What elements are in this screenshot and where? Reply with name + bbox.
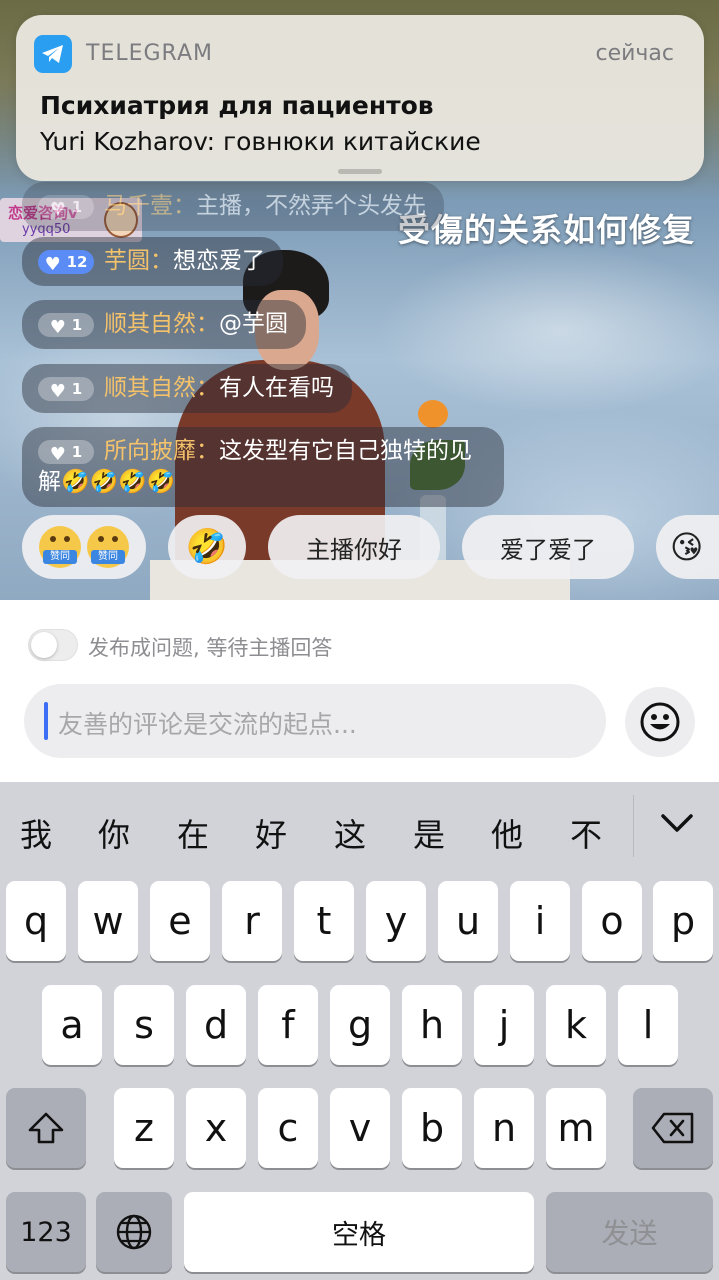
key-q[interactable]: q — [6, 881, 66, 961]
chat-text: 有人在看吗 — [219, 375, 334, 401]
quick-reaction-agree[interactable]: 赞同 赞同 — [22, 515, 146, 579]
key-k[interactable]: k — [546, 985, 606, 1065]
quick-reaction-love[interactable]: 爱了爱了 — [462, 515, 634, 579]
candidate-word[interactable]: 在 — [177, 810, 209, 856]
key-u[interactable]: u — [438, 881, 498, 961]
chat-username: 所向披靡： — [104, 438, 219, 464]
key-p[interactable]: p — [653, 881, 713, 961]
candidate-word[interactable]: 你 — [98, 810, 130, 856]
chat-text: @芋圆 — [219, 311, 288, 337]
key-v[interactable]: v — [330, 1088, 390, 1168]
quick-reaction-hello[interactable]: 主播你好 — [268, 515, 440, 579]
level-badge: 1 — [38, 194, 94, 225]
candidate-word[interactable]: 我 — [20, 810, 52, 856]
heart-icon — [50, 439, 66, 470]
level-badge: 12 — [38, 249, 94, 280]
chat-text: 主播，不然弄个头发先 — [196, 193, 426, 219]
key-o[interactable]: o — [582, 881, 642, 961]
key-y[interactable]: y — [366, 881, 426, 961]
agree-emoji-icon: 赞同 — [39, 526, 81, 568]
notification-body: Yuri Kozharov: говнюки китайские — [40, 127, 481, 156]
candidate-word[interactable]: 他 — [491, 810, 523, 856]
notification-app-name: TELEGRAM — [86, 41, 213, 66]
chat-text: 想恋爱了 — [173, 248, 265, 274]
key-x[interactable]: x — [186, 1088, 246, 1168]
key-r[interactable]: r — [222, 881, 282, 961]
heart-icon — [50, 312, 66, 343]
key-a[interactable]: a — [42, 985, 102, 1065]
candidate-word[interactable]: 好 — [255, 810, 287, 856]
heart-icon — [50, 376, 66, 407]
chat-message[interactable]: 1 马千壹： 主播，不然弄个头发先 — [22, 182, 444, 231]
key-j[interactable]: j — [474, 985, 534, 1065]
chat-username: 芋圆： — [104, 248, 173, 274]
backspace-key[interactable] — [633, 1088, 713, 1168]
key-b[interactable]: b — [402, 1088, 462, 1168]
level-badge: 1 — [38, 312, 94, 343]
heart-icon — [50, 194, 66, 225]
candidate-word[interactable]: 是 — [413, 810, 445, 856]
quick-phrase-label: 主播你好 — [306, 535, 402, 564]
chat-username: 顺其自然： — [104, 311, 219, 337]
key-t[interactable]: t — [294, 881, 354, 961]
key-c[interactable]: c — [258, 1088, 318, 1168]
laughing-emoji-icon: 🤣 — [185, 527, 229, 567]
comment-placeholder: 友善的评论是交流的起点... — [58, 710, 357, 739]
notification-title: Психиатрия для пациентов — [40, 91, 434, 120]
chat-message[interactable]: 1 顺其自然： 有人在看吗 — [22, 364, 352, 413]
key-n[interactable]: n — [474, 1088, 534, 1168]
comment-input[interactable]: 友善的评论是交流的起点... — [24, 684, 606, 758]
send-key[interactable]: 发送 — [546, 1192, 713, 1272]
key-e[interactable]: e — [150, 881, 210, 961]
quick-reaction-laugh[interactable]: 🤣 — [168, 515, 246, 579]
notification-grabber[interactable] — [338, 169, 382, 174]
globe-icon — [116, 1214, 152, 1250]
space-key[interactable]: 空格 — [184, 1192, 534, 1272]
key-d[interactable]: d — [186, 985, 246, 1065]
key-z[interactable]: z — [114, 1088, 174, 1168]
smiley-icon — [640, 702, 680, 742]
key-g[interactable]: g — [330, 985, 390, 1065]
key-w[interactable]: w — [78, 881, 138, 961]
candidate-word[interactable]: 这 — [334, 810, 366, 856]
key-i[interactable]: i — [510, 881, 570, 961]
telegram-notification[interactable]: TELEGRAM сейчас Психиатрия для пациентов… — [16, 15, 704, 181]
shift-key[interactable] — [6, 1088, 86, 1168]
emoji-button[interactable] — [625, 687, 695, 757]
level-badge: 1 — [38, 376, 94, 407]
key-l[interactable]: l — [618, 985, 678, 1065]
chat-message[interactable]: 1 顺其自然： @芋圆 — [22, 300, 306, 349]
agree-emoji-icon: 赞同 — [87, 526, 129, 568]
globe-key[interactable] — [96, 1192, 172, 1272]
heart-icon — [45, 249, 61, 280]
level-badge: 1 — [38, 439, 94, 470]
chat-username: 顺其自然： — [104, 375, 219, 401]
numbers-key[interactable]: 123 — [6, 1192, 86, 1272]
question-toggle-label: 发布成问题, 等待主播回答 — [88, 636, 333, 660]
key-s[interactable]: s — [114, 985, 174, 1065]
key-f[interactable]: f — [258, 985, 318, 1065]
key-m[interactable]: m — [546, 1088, 606, 1168]
chevron-down-icon[interactable] — [657, 808, 697, 842]
candidate-divider — [633, 795, 634, 857]
notification-time: сейчас — [595, 41, 674, 66]
kiss-emoji-icon: 😘 — [670, 528, 704, 566]
chat-message[interactable]: 1所向披靡：这发型有它自己独特的见解🤣🤣🤣🤣 — [22, 427, 504, 507]
quick-reaction-kiss[interactable]: 😘 — [656, 515, 719, 579]
telegram-icon — [34, 35, 72, 73]
question-toggle[interactable] — [28, 629, 78, 661]
backspace-icon — [651, 1112, 694, 1144]
chat-message[interactable]: 12 芋圆： 想恋爱了 — [22, 237, 283, 286]
key-h[interactable]: h — [402, 985, 462, 1065]
chat-username: 马千壹： — [104, 193, 196, 219]
quick-phrase-label: 爱了爱了 — [500, 535, 596, 564]
text-caret — [44, 702, 48, 740]
candidate-word[interactable]: 不 — [570, 810, 602, 856]
shift-icon — [28, 1112, 64, 1144]
